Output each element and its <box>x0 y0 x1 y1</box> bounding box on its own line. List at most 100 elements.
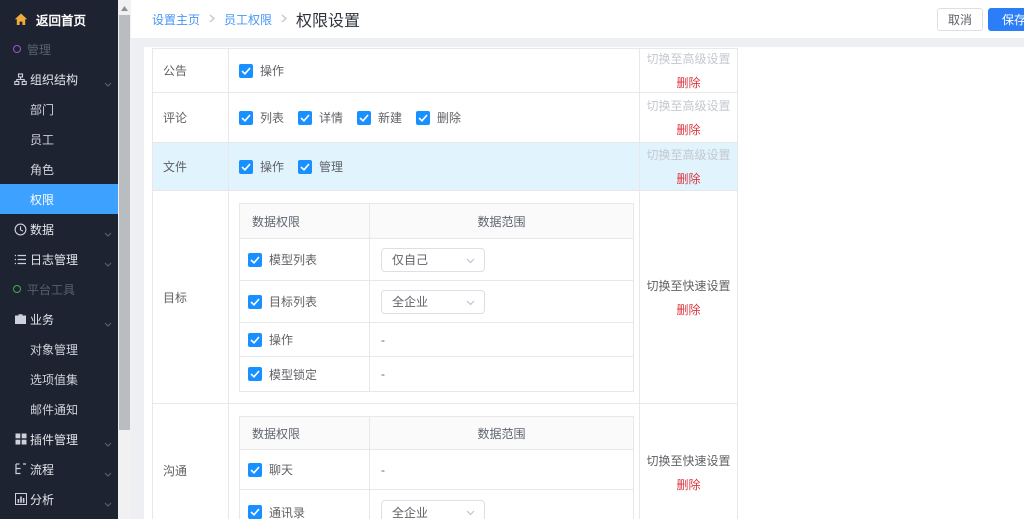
sidebar-item-option-value-set[interactable]: 选项值集 <box>0 364 118 394</box>
delete-link[interactable]: 删除 <box>676 121 700 138</box>
sidebar-item-label: 日志管理 <box>30 251 78 268</box>
permission-checkbox-item[interactable]: 模型锁定 <box>248 366 317 383</box>
save-button[interactable]: 保存 <box>988 8 1024 31</box>
top-bar: 设置主页 员工权限 权限设置 取消 保存 <box>131 0 1024 38</box>
checkbox-checked-icon[interactable] <box>239 64 253 78</box>
delete-link[interactable]: 删除 <box>676 301 700 318</box>
checkbox-checked-icon[interactable] <box>248 463 262 477</box>
switch-advanced-link[interactable]: 切换至高级设置 <box>646 50 730 67</box>
sidebar-item-label: 插件管理 <box>30 431 78 448</box>
switch-advanced-link[interactable]: 切换至高级设置 <box>646 97 730 114</box>
flow-icon <box>13 462 28 477</box>
data-row-operation: 操作 - <box>240 323 633 357</box>
delete-link[interactable]: 删除 <box>676 74 700 91</box>
sidebar-item-analysis[interactable]: 分析 <box>0 484 118 514</box>
sidebar-item-business[interactable]: 业务 <box>0 304 118 334</box>
permission-checkbox-item[interactable]: 聊天 <box>248 461 293 478</box>
sidebar-item-label: 数据 <box>30 221 54 238</box>
sidebar-item-department[interactable]: 部门 <box>0 94 118 124</box>
column-header-data-scope: 数据范围 <box>370 204 633 238</box>
log-list-icon <box>13 252 28 267</box>
data-row-model-list: 模型列表 仅自己 <box>240 239 633 281</box>
data-permission-table: 数据权限 数据范围 聊天 - <box>239 416 634 519</box>
sidebar-item-manage[interactable]: 管理 <box>0 34 118 64</box>
switch-quick-link[interactable]: 切换至快速设置 <box>646 452 730 469</box>
delete-link[interactable]: 删除 <box>676 170 700 187</box>
chevron-down-icon <box>466 253 475 267</box>
briefcase-icon <box>13 312 28 327</box>
sidebar-item-back-home[interactable]: 返回首页 <box>0 4 118 34</box>
table-row-file: 文件 操作 管理 切换至高级设置 删除 <box>153 143 737 191</box>
checkbox-checked-icon[interactable] <box>248 253 262 267</box>
sidebar-item-process[interactable]: 流程 <box>0 454 118 484</box>
permission-checkbox-item[interactable]: 目标列表 <box>248 293 317 310</box>
data-row-contacts: 通讯录 全企业 <box>240 490 633 519</box>
sidebar-item-label: 返回首页 <box>36 10 86 29</box>
column-header-data-permission: 数据权限 <box>240 204 370 238</box>
checkbox-checked-icon[interactable] <box>416 111 430 125</box>
breadcrumb: 设置主页 员工权限 权限设置 <box>152 7 360 31</box>
checkbox-label: 列表 <box>260 109 284 126</box>
sidebar-item-org-structure[interactable]: 组织结构 <box>0 64 118 94</box>
permission-checkbox-item[interactable]: 操作 <box>239 158 284 175</box>
sidebar-item-object-management[interactable]: 对象管理 <box>0 334 118 364</box>
checkbox-checked-icon[interactable] <box>248 295 262 309</box>
chevron-down-icon <box>104 256 112 270</box>
checkbox-checked-icon[interactable] <box>357 111 371 125</box>
switch-quick-link[interactable]: 切换至快速设置 <box>646 277 730 294</box>
sidebar-item-employee[interactable]: 员工 <box>0 124 118 154</box>
page-title: 权限设置 <box>296 7 360 31</box>
purple-circle-icon <box>9 42 24 57</box>
sidebar-item-label: 权限 <box>30 191 54 208</box>
scope-empty-value: - <box>370 323 633 356</box>
sidebar-item-email-notification[interactable]: 邮件通知 <box>0 394 118 424</box>
sidebar: 返回首页 管理 组织结构 部门 员工 角色 权限 数据 <box>0 0 118 519</box>
scope-select[interactable]: 仅自己 <box>381 248 485 272</box>
breadcrumb-employee-permission[interactable]: 员工权限 <box>224 11 272 28</box>
permission-checkbox-item[interactable]: 模型列表 <box>248 251 317 268</box>
permission-checkbox-item[interactable]: 详情 <box>298 109 343 126</box>
sidebar-item-data[interactable]: 数据 <box>0 214 118 244</box>
checkbox-checked-icon[interactable] <box>239 111 253 125</box>
cancel-button[interactable]: 取消 <box>937 8 983 31</box>
sidebar-item-label: 角色 <box>30 161 54 178</box>
chevron-down-icon <box>104 436 112 450</box>
delete-link[interactable]: 删除 <box>676 476 700 493</box>
sidebar-scrollbar[interactable] <box>118 0 131 519</box>
checkbox-label: 删除 <box>437 109 461 126</box>
permission-checkbox-item[interactable]: 管理 <box>298 158 343 175</box>
checkbox-checked-icon[interactable] <box>248 367 262 381</box>
permission-checkbox-item[interactable]: 列表 <box>239 109 284 126</box>
org-structure-icon <box>13 72 28 87</box>
checkbox-checked-icon[interactable] <box>248 505 262 519</box>
sidebar-item-label: 选项值集 <box>30 371 78 388</box>
checkbox-label: 聊天 <box>269 461 293 478</box>
switch-advanced-link[interactable]: 切换至高级设置 <box>646 146 730 163</box>
sidebar-item-label: 部门 <box>30 101 54 118</box>
sidebar-item-permission-active[interactable]: 权限 <box>0 184 118 214</box>
checkbox-checked-icon[interactable] <box>239 160 253 174</box>
scrollbar-thumb[interactable] <box>119 15 130 430</box>
breadcrumb-settings-home[interactable]: 设置主页 <box>152 11 200 28</box>
select-value: 仅自己 <box>392 251 428 268</box>
sidebar-item-plugin-management[interactable]: 插件管理 <box>0 424 118 454</box>
scope-empty-value: - <box>370 450 633 489</box>
permission-checkbox-item[interactable]: 操作 <box>248 331 293 348</box>
scope-select[interactable]: 全企业 <box>381 500 485 519</box>
sidebar-item-label: 业务 <box>30 311 54 328</box>
sidebar-item-platform-tools[interactable]: 平台工具 <box>0 274 118 304</box>
checkbox-label: 目标列表 <box>269 293 317 310</box>
sidebar-item-log-management[interactable]: 日志管理 <box>0 244 118 274</box>
scrollbar-up-arrow[interactable] <box>118 2 131 14</box>
sidebar-item-role[interactable]: 角色 <box>0 154 118 184</box>
checkbox-checked-icon[interactable] <box>248 333 262 347</box>
permission-checkbox-item[interactable]: 删除 <box>416 109 461 126</box>
permission-checkbox-item[interactable]: 通讯录 <box>248 504 305 519</box>
row-category: 沟通 <box>153 404 229 519</box>
permission-checkbox-item[interactable]: 操作 <box>239 62 284 79</box>
scope-select[interactable]: 全企业 <box>381 290 485 314</box>
permission-checkbox-item[interactable]: 新建 <box>357 109 402 126</box>
checkbox-checked-icon[interactable] <box>298 160 312 174</box>
table-row-target: 目标 数据权限 数据范围 模型列表 <box>153 191 737 404</box>
checkbox-checked-icon[interactable] <box>298 111 312 125</box>
